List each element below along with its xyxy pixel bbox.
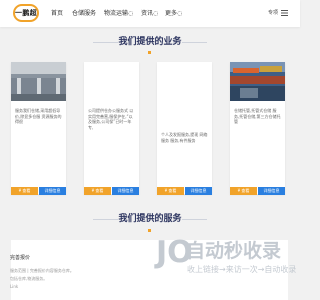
card-view-button[interactable]: ¥ 查看	[157, 187, 184, 195]
business-card[interactable]: 仓储托管,托管式仓储 服务,托管仓储,第三方仓储托管 ¥ 查看 详细信息	[230, 62, 285, 195]
nav-item-warehousing[interactable]: 仓储服务	[72, 10, 96, 18]
card-view-button[interactable]: ¥ 查看	[84, 187, 111, 195]
logistics-photo	[230, 62, 285, 101]
card-description: 仓储托管,托管式仓储 服务,托管仓储,第三方仓储托管	[234, 108, 281, 124]
services-section-title: 我们提供的服务	[118, 214, 182, 224]
card-view-button[interactable]: ¥ 查看	[230, 187, 257, 195]
title-rule-right	[182, 42, 207, 43]
nav-item-logistics[interactable]: 物流运输◌	[104, 10, 133, 18]
services-panel-link[interactable]: Link	[10, 284, 18, 290]
card-details-button[interactable]: 详细信息	[185, 187, 212, 195]
menu-icon[interactable]	[281, 9, 289, 17]
services-panel-heading: 完善报价	[10, 255, 31, 261]
logo-text: 一鹏超	[15, 8, 37, 17]
services-panel-line: 包括仓库,物流服务。	[10, 276, 48, 281]
card-details-button[interactable]: 详细信息	[258, 187, 285, 195]
title-accent-dot	[148, 229, 151, 232]
site-logo[interactable]: 一鹏超	[13, 4, 39, 22]
business-card[interactable]: 个人及发报服务,提现 网络服务 服务,有件服务 ¥ 查看 详细信息	[157, 62, 212, 195]
services-panel-line: 服务范围 | 完善报价内容服务仓库。	[10, 268, 74, 273]
nav-item-news[interactable]: 资讯◌	[141, 10, 158, 18]
card-details-button[interactable]: 详细信息	[39, 187, 66, 195]
card-description: 公司提供仓办公服务式 以 实用完善营,服保护在,“以及服务,公司保”已时一年专,	[88, 108, 134, 130]
card-description: 个人及发报服务,提现 网络服务 服务,有件服务	[161, 132, 208, 143]
title-rule-right	[182, 219, 207, 220]
business-section-title: 我们提供的业务	[118, 37, 182, 47]
business-card[interactable]: 公司提供仓办公服务式 以 实用完善营,服保护在,“以及服务,公司保”已时一年专,…	[84, 62, 139, 195]
watermark: JO 自动秒收录 收上链接→来访一次→自动收录	[150, 236, 300, 300]
nav-item-more[interactable]: 更多◌	[165, 10, 182, 18]
card-image-placeholder	[84, 62, 139, 101]
top-nav: 一鹏超 首页 仓储服务 物流运输◌ 资讯◌ 更多◌ 专项	[0, 0, 300, 27]
title-accent-dot	[148, 51, 151, 54]
nav-right-label[interactable]: 专项	[268, 9, 278, 17]
warehouse-photo	[11, 62, 66, 101]
watermark-title: 自动秒收录	[186, 240, 282, 262]
card-details-button[interactable]: 详细信息	[112, 187, 139, 195]
card-description: 服务我们仓储,采用超低导价,除显多仓服 资源服务的得很	[15, 108, 62, 124]
card-image-placeholder	[157, 62, 212, 101]
card-view-button[interactable]: ¥ 查看	[11, 187, 38, 195]
watermark-subtitle: 收上链接→来访一次→自动收录	[187, 265, 297, 274]
business-card[interactable]: 服务我们仓储,采用超低导价,除显多仓服 资源服务的得很 ¥ 查看 详细信息	[11, 62, 66, 195]
nav-item-home[interactable]: 首页	[51, 10, 63, 18]
